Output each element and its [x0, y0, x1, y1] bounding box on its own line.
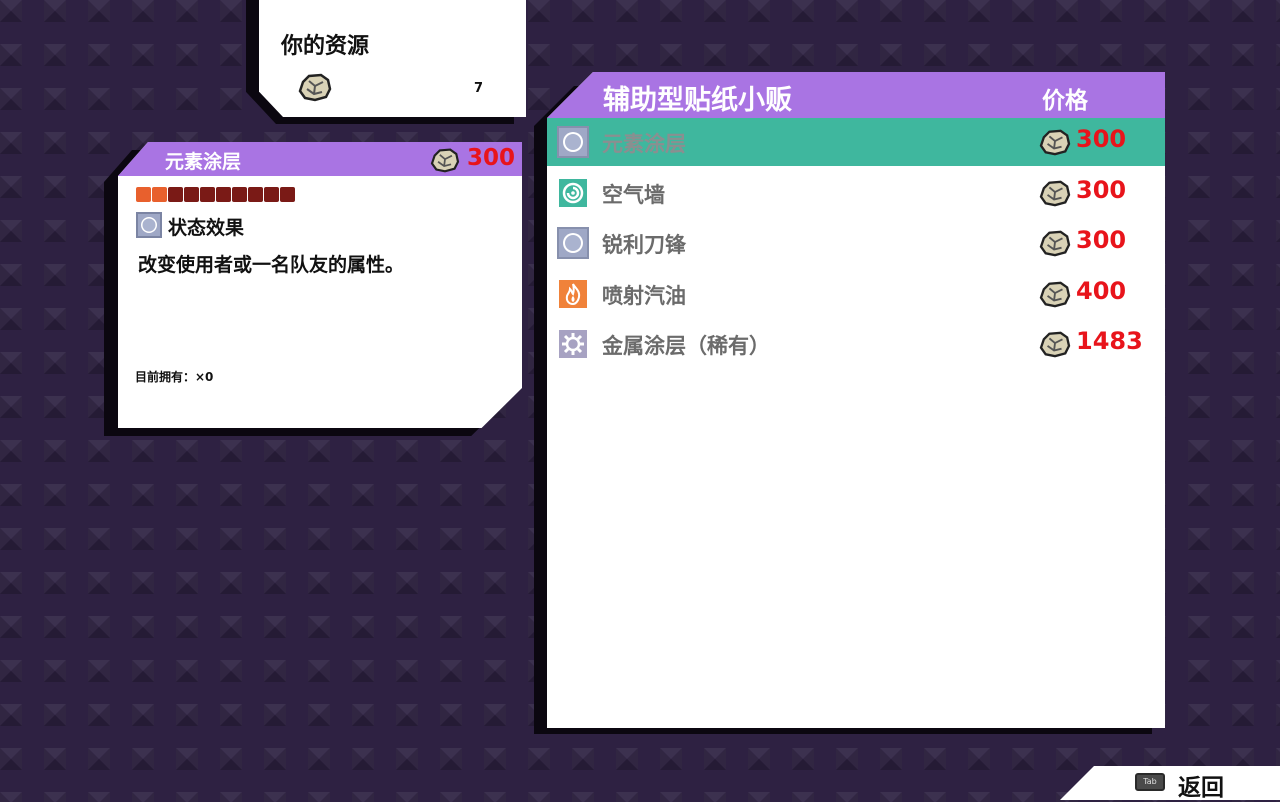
energy-bar: [136, 187, 295, 202]
shop-item-name: 空气墙: [602, 183, 665, 207]
energy-bar-segment: [152, 187, 167, 202]
energy-bar-segment: [264, 187, 279, 202]
energy-bar-segment: [232, 187, 247, 202]
wind-swirl-icon: [559, 179, 587, 207]
resources-panel: 你的资源 7: [259, 0, 526, 117]
status-orb-icon: [557, 126, 589, 158]
detail-header: 元素涂层 300: [118, 142, 522, 176]
tab-key-icon: Tab: [1135, 773, 1165, 791]
rock-icon: [430, 148, 460, 173]
rock-icon: [1039, 331, 1071, 358]
status-orb-icon: [136, 212, 162, 238]
back-label: 返回: [1178, 775, 1224, 801]
shop-item-elemental-coating[interactable]: 元素涂层 300: [547, 118, 1165, 166]
energy-bar-segment: [280, 187, 295, 202]
back-button[interactable]: Tab 返回: [1060, 766, 1280, 800]
rock-icon: [1039, 281, 1071, 308]
detail-price: 300: [467, 145, 516, 171]
energy-bar-segment: [248, 187, 263, 202]
gear-icon: [559, 330, 587, 358]
shop-item-price: 300: [1076, 176, 1127, 204]
rock-icon: [1039, 230, 1071, 257]
resources-count: 7: [474, 81, 484, 96]
energy-bar-segment: [168, 187, 183, 202]
shop-item-name: 喷射汽油: [602, 284, 686, 308]
detail-description: 改变使用者或一名队友的属性。: [138, 254, 405, 276]
shop-item-price: 300: [1076, 226, 1127, 254]
shop-header: 辅助型贴纸小贩 价格: [547, 72, 1165, 118]
shop-title: 辅助型贴纸小贩: [603, 85, 792, 116]
energy-bar-segment: [216, 187, 231, 202]
shop-item-price: 300: [1076, 125, 1127, 153]
shop-item-price: 400: [1076, 277, 1127, 305]
shop-item-sharp-blade[interactable]: 锐利刀锋 300: [547, 219, 1165, 267]
shop-item-name: 锐利刀锋: [602, 233, 686, 257]
resources-title: 你的资源: [281, 34, 370, 59]
rock-icon: [1039, 180, 1071, 207]
rock-icon: [298, 73, 332, 102]
shop-panel: 辅助型贴纸小贩 价格 元素涂层 300 空气墙 300 锐利刀锋 300 喷射汽…: [547, 72, 1165, 728]
rock-icon: [1039, 129, 1071, 156]
energy-bar-segment: [200, 187, 215, 202]
shop-item-metal-coating[interactable]: 金属涂层（稀有） 1483: [547, 320, 1165, 368]
shop-item-gasoline-spray[interactable]: 喷射汽油 400: [547, 270, 1165, 318]
shop-item-air-wall[interactable]: 空气墙 300: [547, 169, 1165, 217]
shop-item-name: 金属涂层（稀有）: [602, 334, 770, 358]
energy-bar-segment: [184, 187, 199, 202]
shop-item-name: 元素涂层: [602, 132, 686, 156]
status-orb-icon: [557, 227, 589, 259]
detail-type-label: 状态效果: [168, 217, 245, 239]
detail-panel: 元素涂层 300 状态效果 改变使用者或一名队友的属性。 目前拥有：×0: [118, 142, 522, 428]
fire-icon: [559, 280, 587, 308]
energy-bar-segment: [136, 187, 151, 202]
shop-item-price: 1483: [1076, 327, 1143, 355]
price-column-header: 价格: [1042, 88, 1088, 114]
detail-owned-count: 目前拥有：×0: [135, 370, 214, 384]
detail-title: 元素涂层: [165, 151, 242, 173]
